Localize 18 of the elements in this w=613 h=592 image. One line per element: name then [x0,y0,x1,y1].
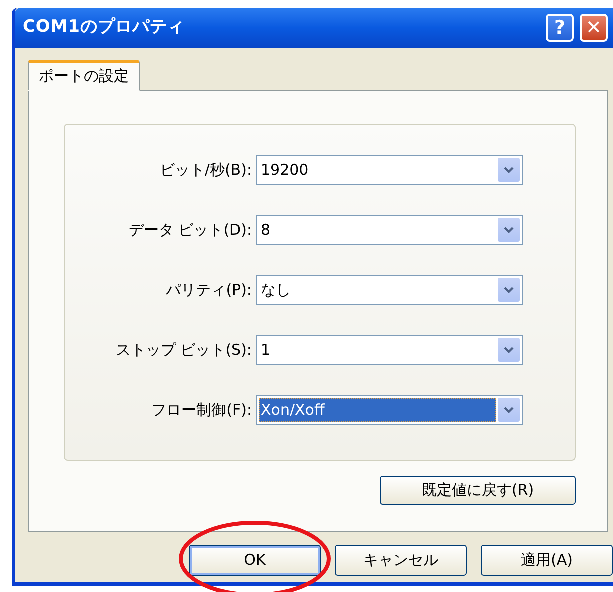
reset-defaults-button[interactable]: 既定値に戻す(R) [380,476,576,505]
dialog-button[interactable]: キャンセル [335,545,467,576]
close-button[interactable]: ✕ [580,14,608,42]
help-button[interactable]: ? [546,14,574,42]
dropdown-field[interactable]: Xon/Xoff [256,395,523,425]
field-label: ストップ ビット(S): [114,340,253,361]
dropdown-field[interactable]: 1 [256,335,523,365]
dropdown-field[interactable]: 8 [256,215,523,245]
field-label: ビット/秒(B): [158,160,253,181]
field-label: パリティ(P): [165,280,253,301]
dropdown-field[interactable]: 19200 [256,155,523,185]
field-label: データ ビット(D): [128,220,253,241]
field-label: フロー制御(F): [150,400,253,421]
window-title: COM1のプロパティ [23,16,186,40]
dialog-button[interactable]: OK [189,545,321,576]
dropdown-field[interactable]: なし [256,275,523,305]
tab[interactable]: ポートの設定 [28,60,140,91]
dialog-button[interactable]: 適用(A) [481,545,613,576]
